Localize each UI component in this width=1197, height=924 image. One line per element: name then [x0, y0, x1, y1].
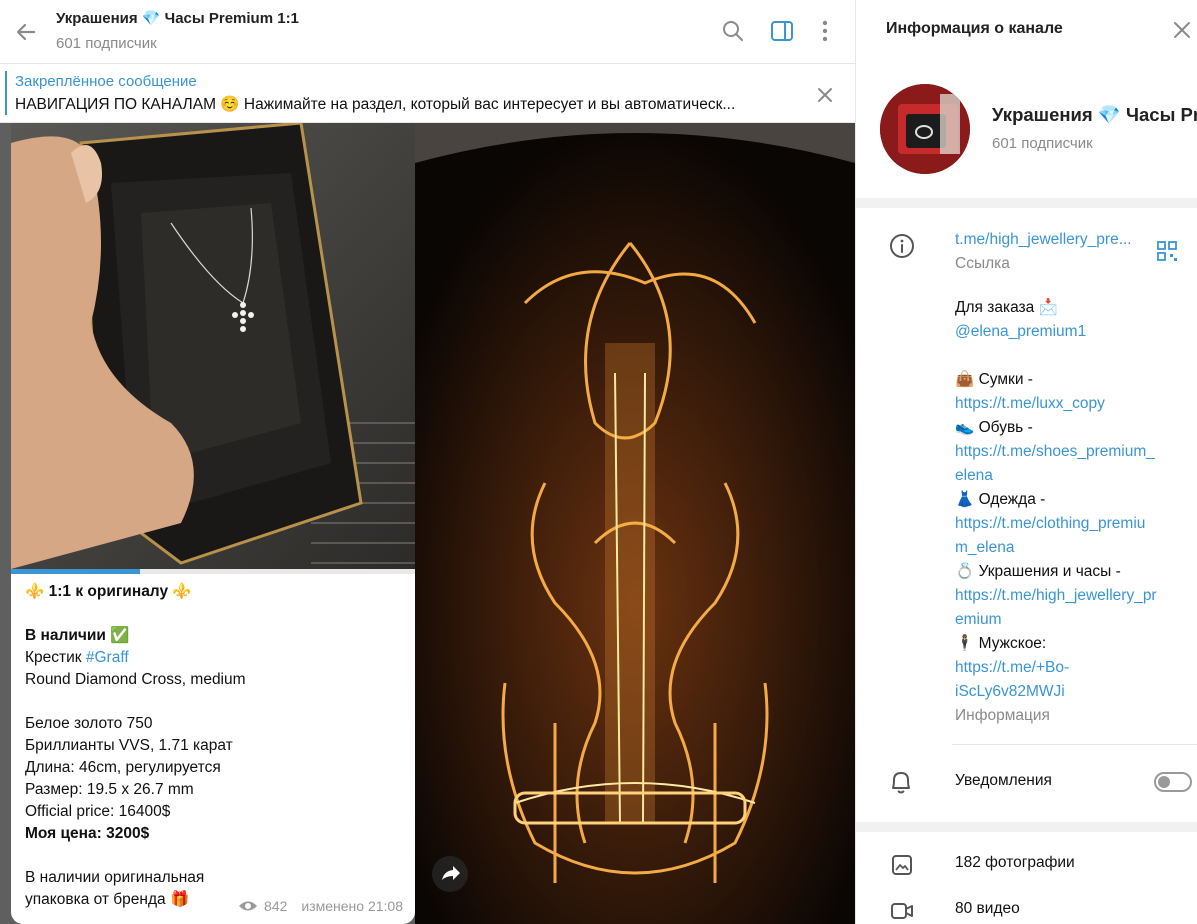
close-pinned-icon[interactable] — [814, 84, 836, 106]
description-line: 🕴 Мужское: — [955, 635, 1047, 652]
photos-count: 182 фотографии — [955, 854, 1075, 871]
video-icon — [891, 903, 913, 919]
bell-icon — [892, 772, 910, 794]
channel-title[interactable]: Украшения 💎 Часы Premium 1:1 — [56, 9, 299, 27]
description-link[interactable]: emium — [955, 608, 1157, 632]
video-progress-bar[interactable] — [11, 569, 415, 574]
section-divider — [856, 198, 1197, 208]
message-line: Бриллианты VVS, 1.71 карат — [25, 737, 233, 754]
videos-row[interactable]: 80 видео — [856, 891, 1197, 924]
share-button[interactable] — [432, 856, 468, 892]
necklace-photo[interactable] — [11, 123, 415, 569]
message-line: Моя цена: 3200$ — [25, 825, 150, 842]
description-line: Информация — [955, 707, 1050, 724]
pinned-message[interactable]: Закреплённое сообщение НАВИГАЦИЯ ПО КАНА… — [0, 65, 855, 123]
notifications-label: Уведомления — [955, 772, 1052, 789]
videos-count: 80 видео — [955, 900, 1020, 917]
message-line: Крестик #Graff — [25, 647, 405, 669]
qr-code-icon[interactable] — [1156, 240, 1178, 262]
section-divider — [856, 822, 1197, 832]
photos-row[interactable]: 182 фотографии — [856, 845, 1197, 885]
chat-header: Украшения 💎 Часы Premium 1:1 601 подписч… — [0, 0, 855, 64]
message-line: Белое золото 750 — [25, 715, 153, 732]
description-link[interactable]: iScLy6v82MWJi — [955, 680, 1157, 704]
progress-fill — [11, 569, 141, 574]
description-link[interactable]: elena — [955, 464, 1157, 488]
message-line: В наличии оригинальная — [25, 869, 205, 886]
panel-subscribers: 601 подписчик — [992, 135, 1093, 152]
description-link[interactable]: @elena_premium1 — [955, 320, 1157, 344]
description-line: 💍 Украшения и часы - — [955, 563, 1121, 580]
message-bubble: ⚜️ 1:1 к оригиналу ⚜️ В наличии ✅ Крестик … — [11, 123, 415, 924]
message-line: Длина: 46cm, регулируется — [25, 759, 221, 776]
hashtag-link[interactable]: #Graff — [86, 649, 129, 666]
sidebar-toggle-icon[interactable] — [769, 18, 795, 44]
channel-link[interactable]: t.me/high_jewellery_pre... — [955, 228, 1132, 252]
message-line: Размер: 19.5 x 26.7 mm — [25, 781, 194, 798]
close-panel-icon[interactable] — [1170, 18, 1194, 42]
description-line: 👗 Одежда - — [955, 491, 1046, 508]
views-eye-icon — [239, 901, 258, 911]
photo-icon — [892, 855, 912, 875]
message-meta: 842 изменено 21:08 — [238, 898, 403, 914]
more-menu-icon[interactable] — [812, 18, 838, 44]
description-line: 👟 Обувь - — [955, 419, 1033, 436]
message-line: Official price: 16400$ — [25, 803, 171, 820]
pinned-accent-bar — [5, 71, 7, 115]
toggle-knob — [1158, 776, 1170, 788]
description-link[interactable]: m_elena — [955, 536, 1157, 560]
edited-time: изменено 21:08 — [301, 898, 403, 914]
description-link[interactable]: https://t.me/luxx_copy — [955, 392, 1157, 416]
description-link[interactable]: https://t.me/high_jewellery_pr — [955, 584, 1157, 608]
notifications-toggle[interactable] — [1154, 772, 1192, 792]
description-line: 👜 Сумки - — [955, 371, 1033, 388]
message-feed: ⚜️ 1:1 к оригиналу ⚜️ В наличии ✅ Крестик … — [0, 123, 855, 924]
message-line: Round Diamond Cross, medium — [25, 671, 246, 688]
message-line: ⚜️ 1:1 к оригиналу ⚜️ — [25, 583, 192, 600]
description-link[interactable]: https://t.me/+Bo- — [955, 656, 1157, 680]
info-icon — [890, 234, 914, 258]
panel-channel-name: Украшения 💎 Часы Premium 1:1 — [992, 104, 1197, 125]
lamp-photo[interactable] — [415, 123, 855, 924]
message-text: ⚜️ 1:1 к оригиналу ⚜️ В наличии ✅ Крестик … — [25, 581, 405, 911]
pinned-text: НАВИГАЦИЯ ПО КАНАЛАМ ☺️ Нажимайте на раз… — [15, 96, 736, 113]
channel-subscribers: 601 подписчик — [56, 35, 157, 52]
search-icon[interactable] — [720, 18, 746, 44]
description-link[interactable]: https://t.me/clothing_premiu — [955, 512, 1157, 536]
message-text-segment: Крестик — [25, 649, 86, 666]
pinned-title: Закреплённое сообщение — [15, 73, 197, 90]
back-arrow-icon[interactable] — [12, 18, 40, 46]
share-arrow-icon — [442, 866, 460, 880]
description-line: Для заказа 📩 — [955, 299, 1058, 316]
views-count: 842 — [264, 898, 288, 914]
chat-pane: Украшения 💎 Часы Premium 1:1 601 подписч… — [0, 0, 855, 924]
panel-title: Информация о канале — [886, 20, 1063, 37]
channel-description: Для заказа 📩 @elena_premium1 👜 Сумки - http… — [955, 296, 1157, 728]
notifications-divider — [952, 744, 1197, 745]
description-link[interactable]: https://t.me/shoes_premium_ — [955, 440, 1157, 464]
channel-link-label: Ссылка — [955, 255, 1010, 272]
channel-avatar[interactable] — [880, 84, 970, 174]
channel-info-panel: Информация о канале Украшения 💎 Часы Pre… — [855, 0, 1197, 924]
message-line: В наличии ✅ — [25, 627, 130, 644]
